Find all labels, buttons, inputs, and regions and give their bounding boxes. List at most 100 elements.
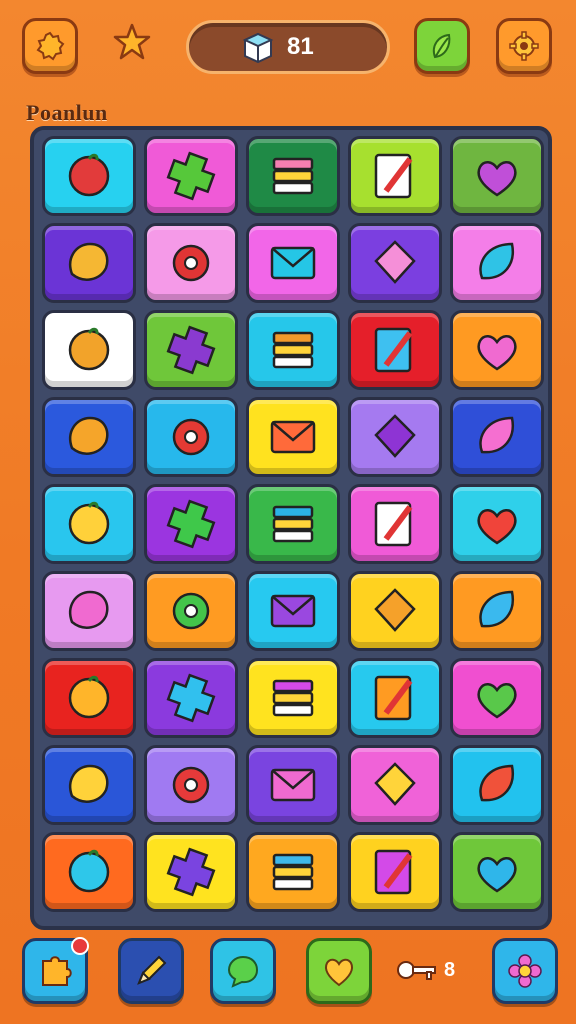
tile[interactable] — [144, 136, 238, 216]
badge-icon — [374, 675, 413, 721]
tile[interactable] — [144, 223, 238, 303]
tile[interactable] — [42, 745, 136, 825]
tile[interactable] — [246, 136, 340, 216]
radio-icon — [68, 327, 110, 371]
top-bar: 81 — [0, 0, 576, 100]
diamond-icon — [479, 764, 515, 802]
star-icon[interactable] — [112, 22, 152, 62]
tile[interactable] — [42, 832, 136, 912]
tile[interactable] — [246, 832, 340, 912]
chat-bubble-icon — [172, 592, 210, 630]
tile[interactable] — [450, 571, 544, 651]
heart-icon — [166, 499, 216, 549]
link-icon — [270, 594, 316, 628]
book-stack-icon — [272, 157, 314, 195]
tile[interactable] — [348, 745, 442, 825]
tile[interactable] — [42, 310, 136, 390]
leaf-button[interactable] — [414, 18, 470, 74]
game-board — [30, 126, 552, 930]
board-title: Poanlun — [26, 100, 108, 125]
tile[interactable] — [144, 571, 238, 651]
chat-eye-icon — [69, 416, 109, 455]
tile[interactable] — [348, 397, 442, 477]
fish-icon — [69, 590, 109, 629]
bandage-ball-icon — [172, 244, 210, 282]
tile[interactable] — [450, 397, 544, 477]
heart-button[interactable] — [306, 938, 372, 1004]
puzzle-button[interactable] — [22, 937, 89, 1004]
cassette-icon — [272, 853, 314, 891]
strawberry-icon — [172, 418, 210, 456]
tile[interactable] — [450, 658, 544, 738]
feather-icon — [374, 849, 413, 895]
tile[interactable] — [450, 136, 544, 216]
ring-icon — [374, 501, 413, 547]
chat-fruit-icon — [374, 588, 416, 632]
tile[interactable] — [42, 223, 136, 303]
search-icon — [166, 847, 216, 897]
tile[interactable] — [42, 484, 136, 564]
brush-icon — [270, 420, 316, 454]
teal-leaf-icon — [479, 242, 515, 280]
tile[interactable] — [246, 571, 340, 651]
puzzle-piece-icon — [374, 327, 413, 373]
tile[interactable] — [144, 658, 238, 738]
cube-icon — [242, 32, 274, 64]
tile[interactable] — [450, 745, 544, 825]
tile[interactable] — [450, 310, 544, 390]
tag-pencil-icon — [479, 416, 515, 454]
dropper-icon — [477, 857, 517, 893]
tile[interactable] — [348, 571, 442, 651]
settings-button[interactable] — [22, 18, 78, 74]
coin-count: 81 — [287, 33, 314, 60]
tile[interactable] — [246, 484, 340, 564]
tile[interactable] — [348, 832, 442, 912]
chat-icon — [227, 955, 259, 988]
tile[interactable] — [450, 223, 544, 303]
tile[interactable] — [246, 397, 340, 477]
pencil-button[interactable] — [118, 938, 184, 1004]
settings-button[interactable] — [492, 938, 558, 1004]
mail-icon — [68, 501, 110, 545]
game-board-icon — [166, 673, 216, 723]
tile[interactable] — [450, 484, 544, 564]
tile[interactable] — [144, 832, 238, 912]
chat-button[interactable] — [210, 938, 276, 1004]
tile[interactable] — [42, 136, 136, 216]
controller-icon — [69, 764, 109, 803]
tile[interactable] — [348, 658, 442, 738]
tile[interactable] — [348, 223, 442, 303]
tomato-icon — [68, 153, 110, 197]
coin-counter: 81 — [186, 20, 390, 74]
tile[interactable] — [246, 310, 340, 390]
tile[interactable] — [348, 136, 442, 216]
tile[interactable] — [144, 745, 238, 825]
leaf-icon — [432, 33, 451, 59]
eggplant-icon — [166, 325, 216, 375]
shop-button[interactable] — [496, 18, 552, 74]
sun-icon — [68, 675, 110, 719]
magnifier-ring-icon — [272, 505, 314, 543]
tile[interactable] — [246, 658, 340, 738]
swirl-candy-icon — [477, 509, 517, 545]
tile[interactable] — [144, 484, 238, 564]
tile[interactable] — [348, 310, 442, 390]
tile[interactable] — [144, 397, 238, 477]
heart-pencil-icon — [477, 161, 517, 197]
ice-cream-icon — [68, 849, 110, 893]
tile[interactable] — [42, 571, 136, 651]
tile[interactable] — [42, 397, 136, 477]
pencil-card-icon — [374, 240, 416, 284]
robot-icon — [172, 766, 210, 804]
tile[interactable] — [246, 745, 340, 825]
notification-badge — [71, 937, 89, 955]
notepad-pencil-icon — [374, 153, 413, 199]
gear-icon — [509, 31, 539, 61]
tile[interactable] — [348, 484, 442, 564]
bottom-bar: 8 — [0, 928, 576, 1024]
tile[interactable] — [450, 832, 544, 912]
tile[interactable] — [246, 223, 340, 303]
tile[interactable] — [144, 310, 238, 390]
tile[interactable] — [42, 658, 136, 738]
gamepad-icon — [270, 768, 316, 802]
